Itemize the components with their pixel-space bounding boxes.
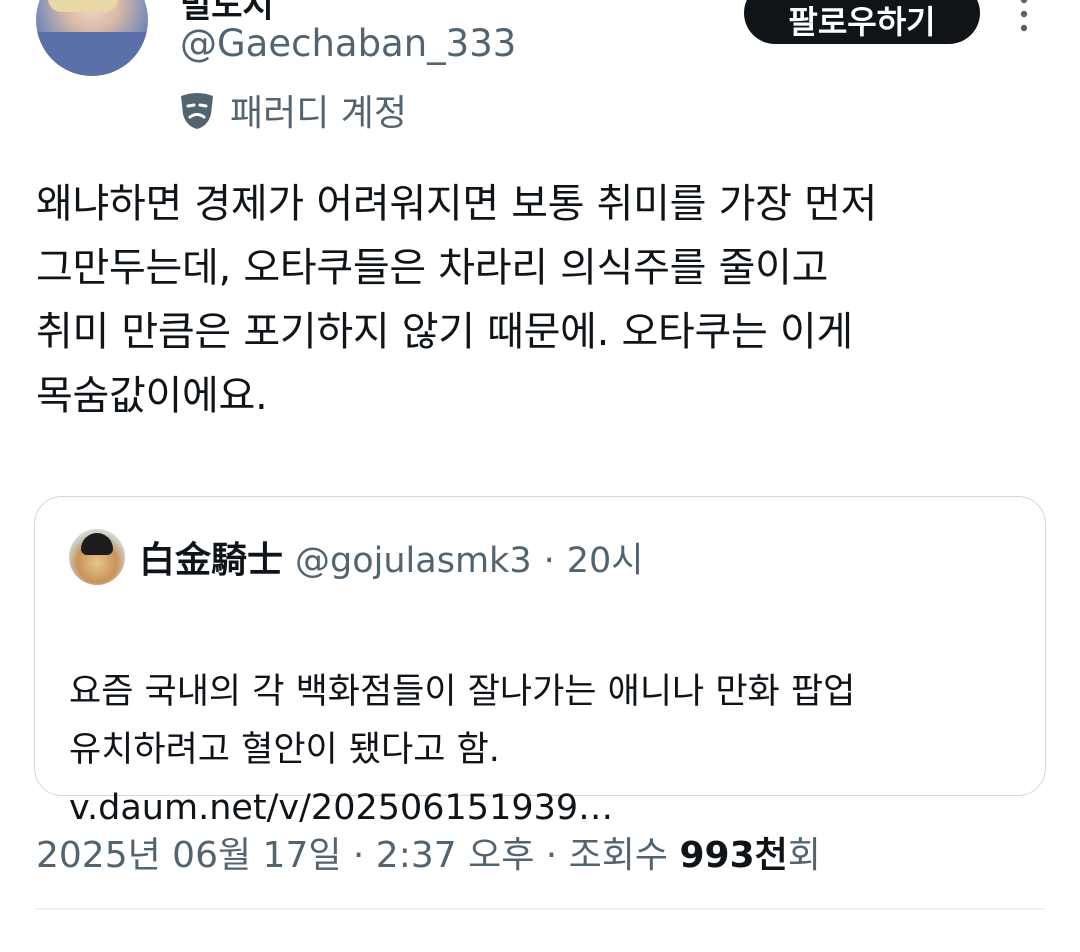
quoted-tweet-header: 白金騎士 @gojulasmk3 · 20시 — [139, 531, 643, 583]
theater-mask-icon — [181, 93, 213, 129]
quoted-avatar-hair-shape — [81, 533, 113, 555]
views-count: 993천 — [679, 835, 788, 876]
parody-account-badge: 패러디 계정 — [178, 84, 407, 136]
quoted-author-handle[interactable]: @gojulasmk3 — [295, 541, 532, 581]
avatar-hair-shape — [48, 0, 118, 12]
quoted-header-separator: · — [543, 541, 555, 581]
quoted-author-avatar[interactable] — [69, 529, 125, 585]
tweet-text: 왜냐하면 경제가 어려워지면 보통 취미를 가장 먼저 그만두는데, 오타쿠들은… — [36, 181, 877, 419]
quoted-tweet-time[interactable]: 20시 — [567, 532, 644, 583]
divider — [34, 908, 1046, 910]
author-handle[interactable]: @Gaechaban_333 — [180, 22, 516, 65]
more-vertical-icon[interactable] — [1008, 0, 1040, 34]
author-avatar[interactable] — [36, 0, 148, 76]
quoted-tweet-card[interactable]: 白金騎士 @gojulasmk3 · 20시 요즘 국내의 각 백화점들이 잘나… — [34, 496, 1046, 828]
quoted-author-name[interactable]: 白金騎士 — [139, 531, 283, 583]
views-suffix: 회 — [787, 835, 821, 876]
avatar-shirt-shape — [36, 32, 148, 76]
tweet-datetime[interactable]: 2025년 06월 17일 · 2:37 오후 · 조회수 — [36, 835, 679, 876]
parody-badge-label: 패러디 계정 — [230, 93, 408, 134]
tweet-meta: 2025년 06월 17일 · 2:37 오후 · 조회수 993천회 — [36, 826, 821, 878]
quoted-tweet-text: 요즘 국내의 각 백화점들이 잘나가는 애니나 만화 팝업 유치하려고 혈안이 … — [69, 672, 856, 770]
follow-button[interactable]: 팔로우하기 — [744, 0, 980, 44]
